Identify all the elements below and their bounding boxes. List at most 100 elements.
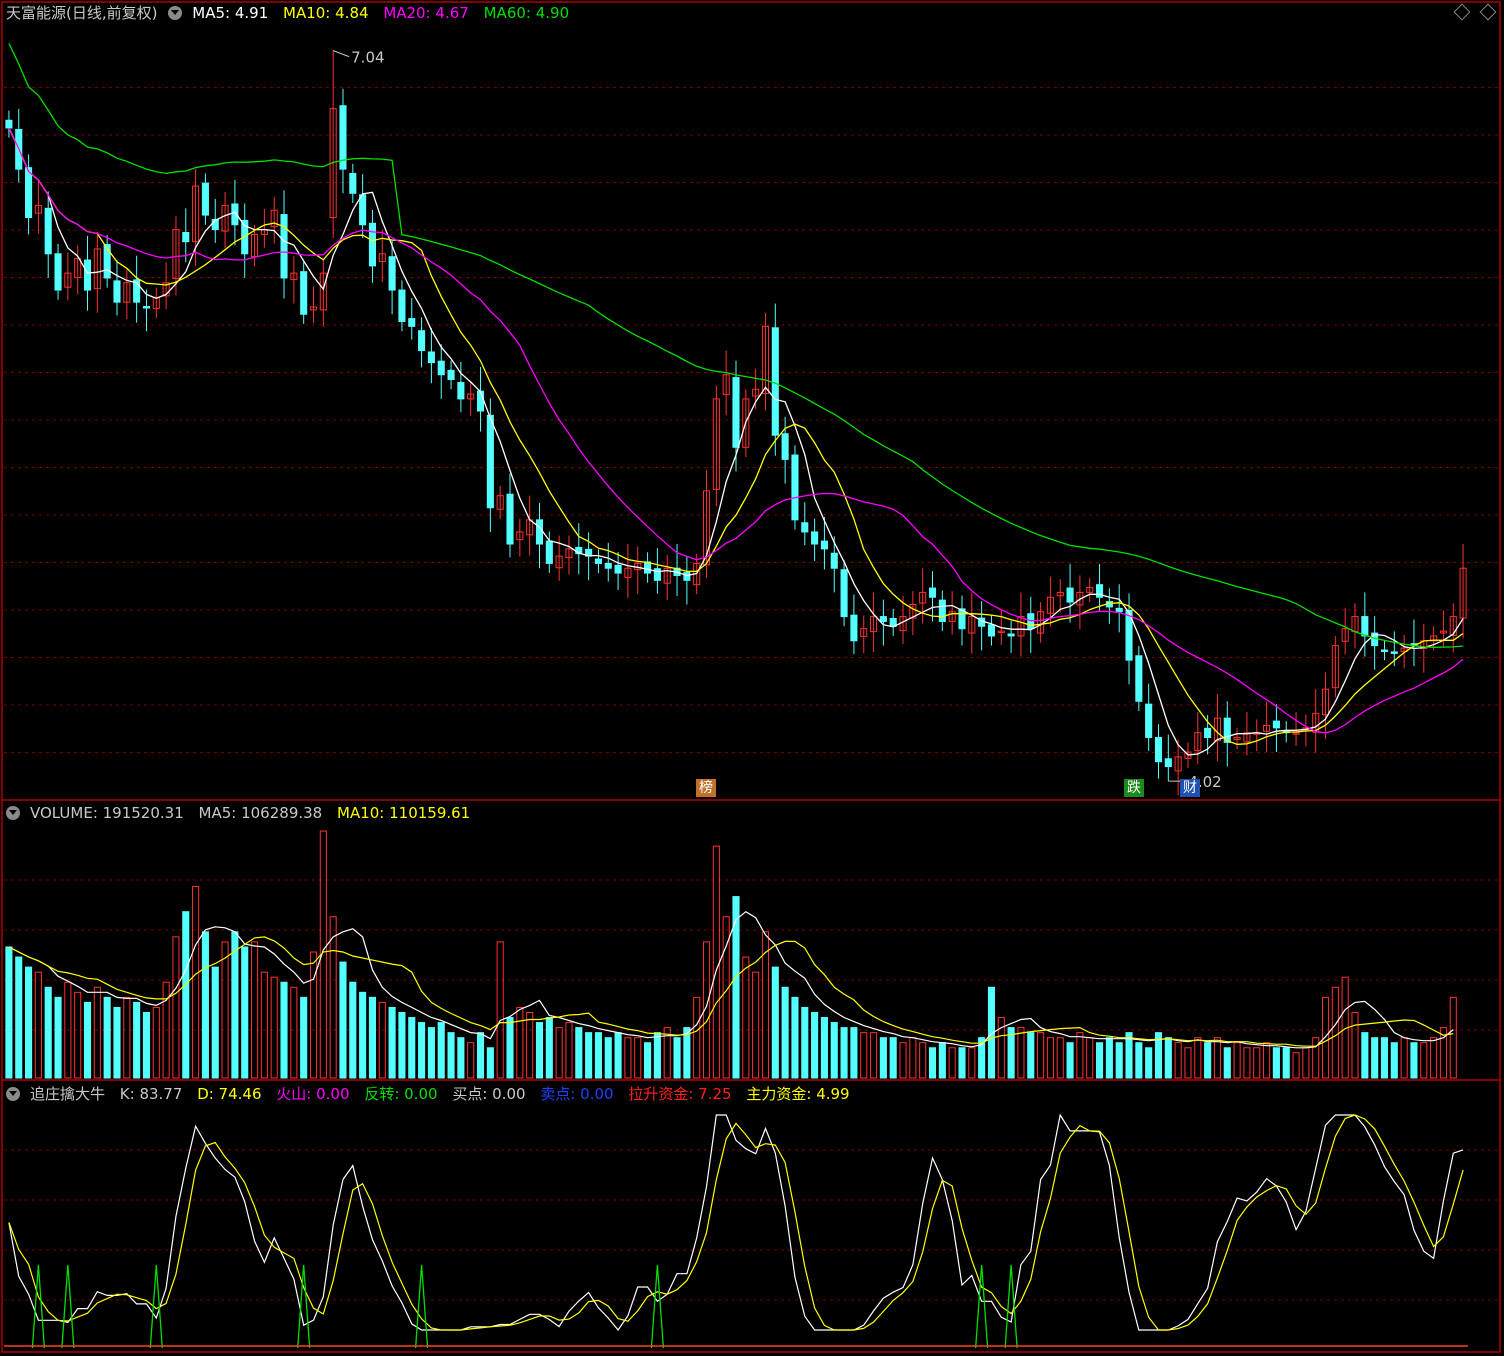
volume-bar	[476, 1032, 485, 1079]
volume-bar	[1056, 1037, 1064, 1079]
candle-body	[368, 222, 377, 267]
candle-body	[545, 540, 553, 564]
main-title: 天富能源(日线,前复权)	[6, 4, 158, 22]
fanzhuan-signal	[414, 1264, 429, 1349]
stock-chart[interactable]: 7.044.02	[0, 0, 1504, 1356]
candle-body	[830, 552, 838, 569]
volume-bar	[526, 1011, 534, 1079]
candle-body	[1361, 616, 1369, 637]
indicator-huoshan: 火山: 0.00	[276, 1085, 350, 1103]
volume-bar	[152, 1006, 160, 1079]
volume-bar	[604, 1037, 612, 1079]
indicator-menu-icon[interactable]	[168, 6, 183, 20]
volume-bar	[329, 916, 337, 1079]
volume-bar	[447, 1032, 455, 1079]
volume-bar	[231, 931, 239, 1079]
volume-bar	[555, 1027, 563, 1079]
candle-body	[594, 558, 602, 564]
volume-bar	[1371, 1037, 1379, 1079]
badge-bang[interactable]: 榜	[696, 779, 716, 797]
volume-bar	[378, 1001, 386, 1079]
candle-body	[280, 214, 288, 279]
volume-bar	[870, 1032, 878, 1079]
candle-body	[44, 207, 52, 255]
volume-bar	[74, 991, 82, 1079]
volume-bar	[830, 1022, 838, 1079]
indicator-fanzhuan: 反转: 0.00	[364, 1085, 438, 1103]
volume-bar	[201, 931, 209, 1079]
volume-bar	[850, 1027, 858, 1079]
volume-bar	[1292, 1052, 1300, 1079]
badge-die[interactable]: 跌	[1124, 779, 1144, 797]
fanzhuan-signal	[650, 1264, 665, 1349]
ma20-value: MA20: 4.67	[383, 4, 469, 22]
volume-bar	[1164, 1037, 1172, 1079]
candle-body	[1135, 655, 1143, 702]
volume-bar	[752, 971, 760, 1079]
volume-bar	[142, 1011, 151, 1079]
volume-bar	[270, 976, 278, 1079]
badge-cai[interactable]: 财	[1180, 779, 1200, 797]
main-panel-header: 天富能源(日线,前复权) MA5: 4.91 MA10: 4.84 MA20: …	[6, 2, 579, 24]
fanzhuan-signal	[31, 1264, 46, 1349]
volume-bar	[801, 1006, 809, 1079]
volume-bar	[909, 1037, 917, 1079]
chart-frame	[1, 1, 1501, 1353]
candle-body	[1066, 587, 1074, 603]
volume-bar	[93, 986, 101, 1079]
volume-bar	[1312, 1037, 1320, 1079]
volume-bar	[44, 986, 52, 1079]
volume-bar	[496, 941, 504, 1079]
candle-body	[349, 172, 357, 194]
volume-bar	[1204, 1042, 1212, 1079]
candle-body	[5, 119, 13, 129]
volume-bar	[103, 996, 111, 1079]
volume-bar	[1037, 1032, 1045, 1079]
volume-menu-icon[interactable]	[6, 806, 20, 820]
volume-bar	[1174, 1042, 1182, 1079]
ma60-value: MA60: 4.90	[483, 4, 570, 22]
indicator-d-line	[8, 1114, 1464, 1331]
volume-bar	[300, 996, 308, 1079]
volume-bar	[241, 946, 249, 1079]
volume-bar	[54, 996, 62, 1079]
candle-body	[25, 167, 33, 218]
volume-bar	[948, 1047, 956, 1079]
volume-bar	[545, 1017, 553, 1079]
volume-bar	[1400, 1037, 1408, 1079]
high-label: 7.04	[351, 49, 384, 67]
indicator-k: K: 83.77	[119, 1085, 183, 1103]
candle-body	[427, 351, 435, 364]
candle-body	[418, 330, 426, 352]
candle-body	[850, 614, 858, 642]
candle-body	[388, 256, 396, 291]
volume-bar	[1331, 986, 1339, 1079]
indicator-lasheng: 拉升资金: 7.25	[628, 1085, 732, 1103]
candle-body	[408, 318, 416, 327]
volume-bar	[771, 966, 779, 1079]
volume-bar	[1027, 1032, 1035, 1079]
candle-body	[811, 531, 819, 545]
candle-body	[1272, 720, 1280, 729]
volume-bar	[673, 1037, 681, 1079]
volume-bar	[309, 951, 318, 1079]
candle-body	[987, 624, 996, 637]
volume-bar	[1253, 1047, 1261, 1079]
ma5-value: MA5: 4.91	[192, 4, 269, 22]
candle-body	[791, 454, 799, 521]
volume-bar	[781, 986, 789, 1079]
volume-bar	[899, 1042, 907, 1079]
candle-body	[879, 616, 887, 622]
indicator-panel-menu-icon[interactable]	[6, 1087, 20, 1101]
candle-body	[820, 540, 828, 550]
volume-bar	[575, 1027, 583, 1079]
volume-bar	[83, 1001, 92, 1079]
volume-bar	[1449, 996, 1457, 1079]
volume-bar	[34, 971, 42, 1079]
volume-bar	[791, 996, 799, 1079]
indicator-k-line	[8, 1113, 1464, 1331]
volume-bar	[860, 1032, 868, 1079]
volume-bar	[1223, 1047, 1231, 1079]
high-arrow	[332, 50, 350, 58]
volume-bar	[1351, 1011, 1359, 1079]
